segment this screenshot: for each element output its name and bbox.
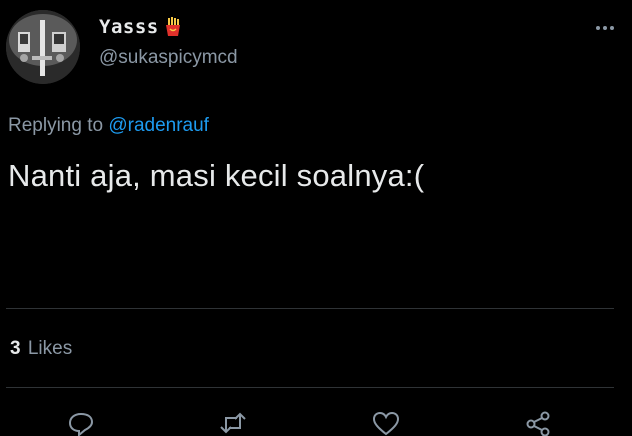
- like-icon[interactable]: [371, 410, 401, 436]
- display-name-row[interactable]: Yasss: [99, 14, 183, 40]
- display-name[interactable]: Yasss: [99, 16, 159, 38]
- user-handle[interactable]: @sukaspicymcd: [99, 47, 238, 69]
- avatar[interactable]: [6, 10, 80, 84]
- reply-icon[interactable]: [66, 410, 96, 436]
- retweet-icon[interactable]: [218, 410, 248, 436]
- likes-stat[interactable]: 3 Likes: [10, 338, 72, 360]
- replying-to: Replying to @radenrauf: [8, 115, 209, 137]
- likes-count: 3: [10, 338, 21, 359]
- profile-photo: [6, 10, 80, 84]
- tweet-text: Nanti aja, masi kecil soalnya:(: [8, 158, 425, 193]
- share-icon[interactable]: [523, 410, 553, 436]
- likes-label: Likes: [27, 338, 73, 359]
- reply-mention-link[interactable]: @radenrauf: [108, 115, 209, 136]
- more-options-icon[interactable]: [590, 18, 620, 38]
- tweet-card: Yasss @sukaspicymcd Replying to @radenra…: [0, 0, 632, 436]
- replying-to-label: Replying to: [8, 115, 104, 136]
- fries-emoji-icon: [163, 17, 183, 37]
- divider: [6, 387, 614, 388]
- divider: [6, 308, 614, 309]
